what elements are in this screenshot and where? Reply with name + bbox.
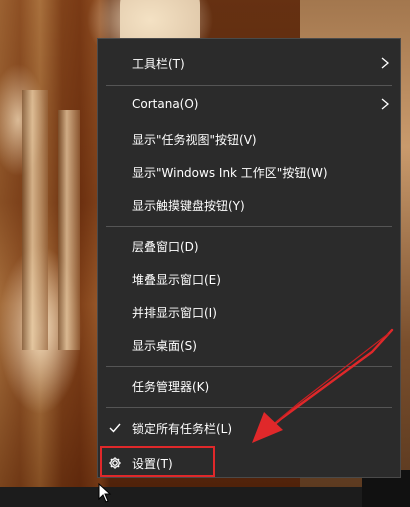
menu-item-task-manager[interactable]: 任务管理器(K) [98,368,400,404]
wallpaper-column [58,110,80,350]
menu-item-label: 层叠窗口(D) [132,239,199,254]
menu-item-show-task-view-button[interactable]: 显示"任务视图"按钮(V) [98,121,400,157]
menu-separator [106,366,392,367]
menu-item-label: 显示桌面(S) [132,338,197,353]
menu-item-label: 堆叠显示窗口(E) [132,272,221,287]
taskbar-context-menu: 工具栏(T) Cortana(O) 显示"任务视图"按钮(V) 显示"Windo… [97,38,401,478]
menu-item-lock-all-taskbars[interactable]: 锁定所有任务栏(L) [98,410,400,446]
menu-item-label: 工具栏(T) [132,56,185,71]
menu-item-side-by-side-windows[interactable]: 并排显示窗口(I) [98,294,400,330]
menu-item-show-windows-ink-button[interactable]: 显示"Windows Ink 工作区"按钮(W) [98,154,400,190]
menu-item-toolbars[interactable]: 工具栏(T) [98,45,400,81]
menu-separator [106,226,392,227]
chevron-right-icon [381,57,390,69]
menu-separator [106,407,392,408]
menu-item-label: 显示"Windows Ink 工作区"按钮(W) [132,165,328,180]
menu-item-label: 显示"任务视图"按钮(V) [132,132,257,147]
menu-item-show-touch-keyboard-button[interactable]: 显示触摸键盘按钮(Y) [98,187,400,223]
menu-item-label: 并排显示窗口(I) [132,305,217,320]
wallpaper-column [22,90,48,350]
menu-item-label: 显示触摸键盘按钮(Y) [132,198,245,213]
wallpaper-arch [120,0,200,40]
mouse-cursor-icon [98,483,112,503]
checkmark-icon [109,423,121,433]
desktop-screen: 工具栏(T) Cortana(O) 显示"任务视图"按钮(V) 显示"Windo… [0,0,410,507]
menu-item-label: 锁定所有任务栏(L) [132,421,233,436]
chevron-right-icon [381,98,390,110]
menu-item-label: 任务管理器(K) [132,379,210,394]
menu-item-stack-windows[interactable]: 堆叠显示窗口(E) [98,261,400,297]
taskbar[interactable] [0,487,410,507]
menu-item-cascade-windows[interactable]: 层叠窗口(D) [98,228,400,264]
menu-item-cortana[interactable]: Cortana(O) [98,86,400,122]
annotation-highlight-box [100,446,215,477]
menu-item-show-desktop[interactable]: 显示桌面(S) [98,327,400,363]
menu-item-label: Cortana(O) [132,97,199,111]
